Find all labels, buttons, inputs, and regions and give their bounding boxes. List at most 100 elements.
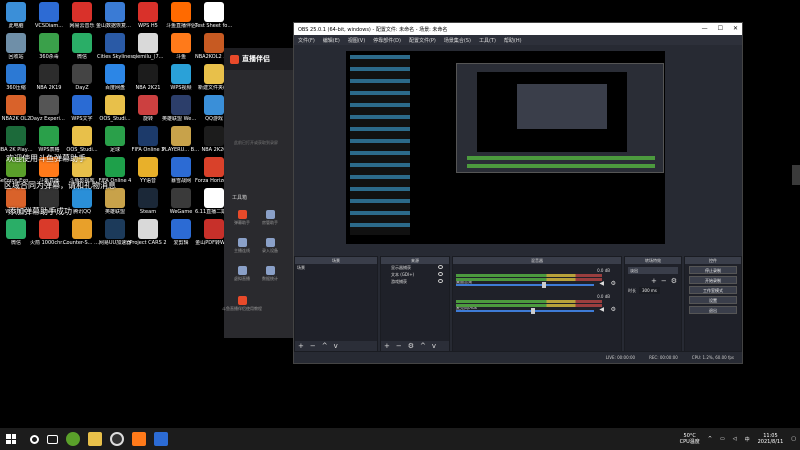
ime-icon[interactable]: 中	[745, 436, 750, 443]
browser-icon[interactable]	[66, 432, 80, 446]
source-item[interactable]: 文本 (GDI+)	[381, 271, 449, 278]
desktop-icon[interactable]: 金山数据恢复大师	[96, 2, 134, 29]
desktop-icon[interactable]: 此电脑	[0, 2, 34, 29]
desktop-icon[interactable]: 英雄联盟	[97, 188, 133, 215]
obs-preview[interactable]	[346, 51, 665, 244]
up-icon[interactable]: ^	[322, 342, 328, 350]
helper-tool[interactable]: 斗鱼直播伴侣使用教程	[222, 296, 262, 312]
control-button[interactable]: 工作室模式	[689, 286, 737, 294]
sources-panel[interactable]: 来源 显示器捕获 文本 (GDI+) 游戏捕获 + − ⚙ ^ v	[380, 256, 450, 352]
notification-icon[interactable]: ▢	[791, 436, 796, 442]
add-icon[interactable]: +	[298, 342, 304, 350]
maximize-icon[interactable]: ☐	[718, 25, 723, 32]
desktop-icon[interactable]: WPS H5	[130, 2, 166, 29]
menu-item[interactable]: 文件(F)	[298, 37, 315, 44]
menu-item[interactable]: 视图(V)	[348, 37, 365, 44]
desktop-icon[interactable]: WPS视频	[163, 64, 199, 91]
helper-tool[interactable]: 数据统计	[258, 266, 282, 282]
menu-item[interactable]: 停靠部件(D)	[373, 37, 401, 44]
obs-taskbar-icon[interactable]	[110, 432, 124, 446]
visibility-icon[interactable]	[438, 265, 443, 269]
transition-settings-icon[interactable]: ⚙	[671, 277, 677, 285]
chevron-up-icon[interactable]: ^	[708, 436, 712, 442]
desktop-icon[interactable]: 爱剪辑	[163, 219, 199, 246]
desktop-icon[interactable]: OOS_Studi...	[64, 126, 100, 153]
volume-icon[interactable]: ◁	[733, 436, 737, 442]
down-icon[interactable]: v	[432, 342, 436, 350]
visibility-icon[interactable]	[438, 279, 443, 283]
desktop-icon[interactable]: YY语音	[130, 157, 166, 184]
add-icon[interactable]: +	[384, 342, 390, 350]
control-button[interactable]: 退出	[689, 306, 737, 314]
desktop-icon[interactable]: Steam	[130, 188, 166, 215]
desktop-icon[interactable]: qiemilu_(7...	[130, 33, 166, 60]
desktop-icon[interactable]: 微信	[64, 33, 100, 60]
desktop-icon[interactable]: DayZ	[64, 64, 100, 91]
transition-select[interactable]: 淡出	[628, 267, 678, 274]
cpu-temp[interactable]: 50°C CPU温度	[680, 433, 700, 445]
gear-icon[interactable]: ⚙	[611, 280, 616, 287]
desktop-icon[interactable]: 360杀毒	[31, 33, 67, 60]
speaker-icon[interactable]: ◀	[599, 306, 604, 313]
remove-icon[interactable]: −	[396, 342, 402, 350]
control-button[interactable]: 开始录制	[689, 276, 737, 284]
clock[interactable]: 11:05 2021/8/11	[758, 433, 784, 445]
desktop-icon[interactable]: NBA 2K19	[31, 64, 67, 91]
menu-item[interactable]: 帮助(H)	[504, 37, 522, 44]
steam-taskbar-icon[interactable]	[154, 432, 168, 446]
start-icon[interactable]	[6, 434, 16, 444]
desktop-icon[interactable]: 旋转	[130, 95, 166, 122]
scroll-arrow-right[interactable]	[792, 165, 800, 185]
desktop-icon[interactable]: 网易UU加速器	[97, 219, 133, 246]
volume-slider[interactable]	[456, 284, 594, 286]
visibility-icon[interactable]	[438, 272, 443, 276]
up-icon[interactable]: ^	[420, 342, 426, 350]
desktop-icon[interactable]: NBA 2K Playgroun...	[0, 126, 35, 153]
minimize-icon[interactable]: —	[702, 25, 708, 32]
desktop-icon[interactable]: OOS_Studi...	[97, 95, 133, 122]
desktop-icon[interactable]: WPS表格	[31, 126, 67, 153]
volume-slider-handle[interactable]	[531, 308, 536, 314]
desktop-icon[interactable]: 百度网盘	[97, 64, 133, 91]
remove-transition-icon[interactable]: −	[661, 277, 667, 285]
desktop-icon[interactable]: 微信	[0, 219, 34, 246]
desktop-icon[interactable]: PLAYERU... BATTLEGR...	[162, 126, 200, 153]
source-item[interactable]: 显示器捕获	[381, 264, 449, 271]
gear-icon[interactable]: ⚙	[611, 306, 616, 313]
controls-panel[interactable]: 控件 停止录制 开始录制 工作室模式 设置 退出	[684, 256, 742, 352]
down-icon[interactable]: v	[334, 342, 338, 350]
desktop-icon[interactable]: 暴雪战网	[163, 157, 199, 184]
desktop-icon[interactable]: 360压缩	[0, 64, 34, 91]
close-icon[interactable]: ✕	[733, 25, 738, 32]
desktop-icon[interactable]: VCSDiam...	[31, 2, 67, 29]
obs-window[interactable]: OBS 25.0.1 (64-bit, windows) - 配置文件: 未命名…	[293, 22, 743, 364]
desktop-icon[interactable]: 斗鱼直播伴侣	[163, 2, 199, 29]
network-icon[interactable]: ▭	[720, 436, 725, 442]
source-item[interactable]: 游戏捕获	[381, 278, 449, 285]
live-companion-taskbar-icon[interactable]	[132, 432, 146, 446]
menu-item[interactable]: 场景集合(S)	[444, 37, 471, 44]
desktop-icon[interactable]: Cities Skylines	[97, 33, 133, 60]
transitions-panel[interactable]: 转场特效 淡出 + − ⚙ 时长 300 ms	[624, 256, 682, 352]
desktop-icon[interactable]: FIFA Online 3	[130, 126, 166, 153]
speaker-icon[interactable]: ◀	[599, 280, 604, 287]
desktop-icon[interactable]: NBA 2K21	[130, 64, 166, 91]
menu-item[interactable]: 配置文件(P)	[409, 37, 436, 44]
desktop-icon[interactable]: 英雄联盟 WeGame版	[162, 95, 200, 122]
desktop-icon[interactable]: Counter-S... Global Off...	[63, 219, 101, 246]
remove-icon[interactable]: −	[310, 342, 316, 350]
desktop-icon[interactable]: Dayz Experiment	[30, 95, 68, 122]
control-button[interactable]: 设置	[689, 296, 737, 304]
duration-input[interactable]: 300 ms	[639, 287, 660, 294]
helper-tool[interactable]: 录入设备	[258, 238, 282, 254]
scenes-panel[interactable]: 场景 场景 + − ^ v	[294, 256, 378, 352]
desktop-icon[interactable]: 斗鱼	[163, 33, 199, 60]
desktop-icon[interactable]: WeGame	[163, 188, 199, 215]
desktop-icon[interactable]: 回收站	[0, 33, 34, 60]
search-icon[interactable]	[30, 434, 39, 444]
obs-titlebar[interactable]: OBS 25.0.1 (64-bit, windows) - 配置文件: 未命名…	[294, 23, 742, 35]
desktop-icon[interactable]: 网易云音乐	[64, 2, 100, 29]
volume-slider-handle[interactable]	[542, 282, 547, 288]
desktop-icon[interactable]: 火箭 1000chro...	[30, 219, 68, 246]
task-view-icon[interactable]	[47, 434, 58, 444]
